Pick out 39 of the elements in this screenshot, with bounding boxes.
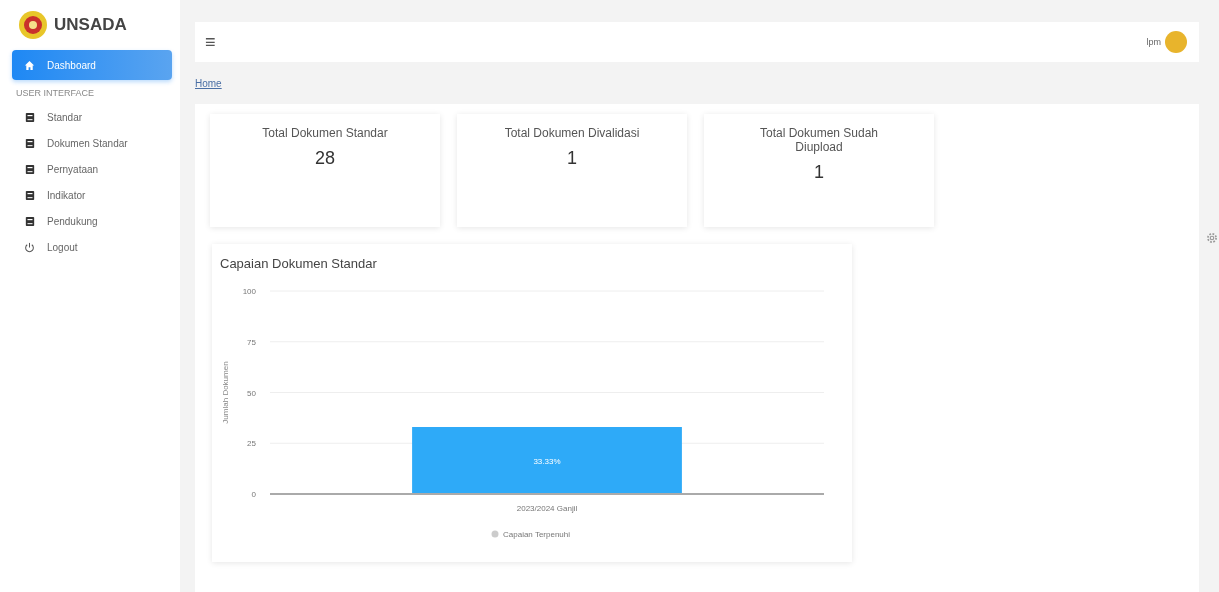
bar-value-label: 33.33%: [533, 456, 561, 466]
home-icon: [24, 59, 35, 71]
legend-label[interactable]: Capaian Terpenuhi: [503, 530, 570, 539]
sidebar-item[interactable]: Logout: [12, 234, 172, 260]
book-icon: [24, 137, 35, 149]
section-heading: USER INTERFACE: [15, 87, 95, 100]
y-tick-label: 75: [247, 337, 256, 347]
user-name[interactable]: lpm: [1146, 37, 1161, 47]
book-icon: [24, 163, 35, 175]
chart-title: Capaian Dokumen Standar: [219, 256, 378, 271]
sidebar-item[interactable]: Standar: [12, 104, 172, 130]
y-tick-label: 25: [247, 439, 256, 449]
sidebar-item[interactable]: Dashboard: [12, 50, 172, 80]
logo-icon: [18, 10, 48, 40]
legend-dot: [491, 530, 499, 538]
y-tick-label: 100: [242, 287, 256, 296]
brand-name: UNSADA: [54, 15, 127, 35]
sidebar-item[interactable]: Dokumen Standar: [12, 130, 172, 156]
breadcrumb-link[interactable]: Home: [195, 77, 222, 89]
book-icon: [24, 189, 35, 201]
stat-label: Total Dokumen Divalidasi: [503, 126, 641, 140]
settings-icon[interactable]: [1205, 231, 1219, 245]
stat-label: Total Dokumen Sudah Diupload: [758, 126, 880, 154]
book-icon: [24, 215, 35, 227]
sidebar-item[interactable]: Pendukung: [12, 208, 172, 234]
y-tick-label: 0: [251, 490, 256, 499]
avatar-icon[interactable]: [1165, 31, 1187, 53]
sidebar-item[interactable]: Indikator: [12, 182, 172, 208]
y-axis-title: Jumlah Dokumen: [221, 361, 230, 424]
stat-label: Total Dokumen Standar: [261, 126, 389, 140]
stat-value: 28: [314, 148, 336, 169]
power-icon: [24, 241, 35, 253]
x-tick-label: 2023/2024 Ganjil: [516, 504, 578, 513]
y-tick-label: 50: [247, 388, 256, 398]
menu-button[interactable]: ≡: [205, 31, 216, 53]
book-icon: [24, 111, 35, 123]
sidebar-item[interactable]: Pernyataan: [12, 156, 172, 182]
stat-value: 1: [566, 148, 578, 169]
stat-value: 1: [813, 162, 825, 183]
